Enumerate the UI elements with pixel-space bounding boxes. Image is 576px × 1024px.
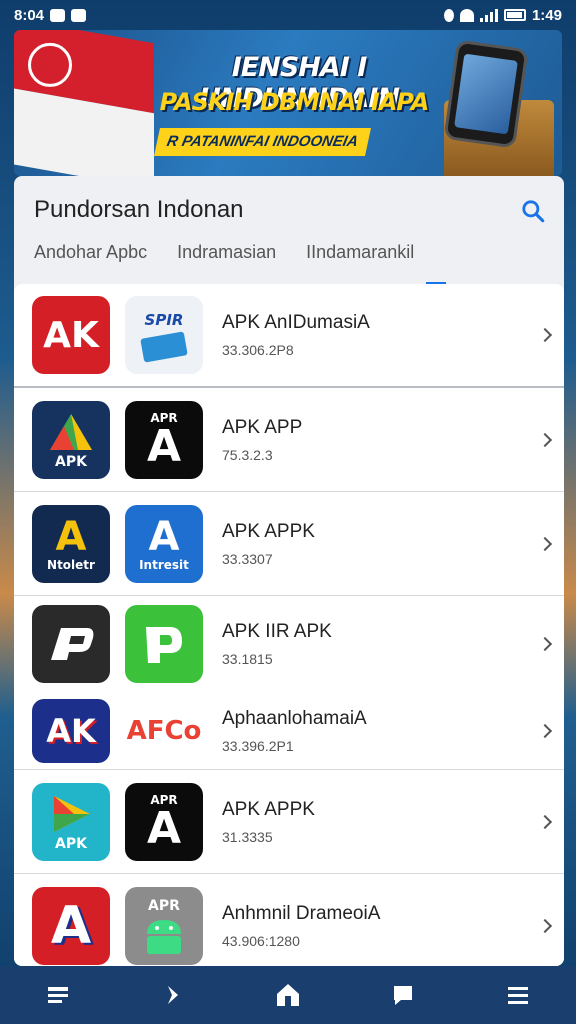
app-version: 75.3.2.3: [222, 446, 273, 463]
tab-indamarankil[interactable]: IIndamarankil: [306, 242, 414, 275]
app-version: 33.1815: [222, 651, 273, 667]
app-icon-secondary: AFCo: [125, 698, 203, 763]
app-list: AK SPIR APK AnIDumasiA 33.306.2P8 APK AP…: [14, 284, 564, 966]
app-panel: Pundorsan Indonan Andohar Apbc Indramasi…: [14, 176, 564, 966]
android-icon: [147, 920, 181, 954]
app-icon-secondary-label: SPIR: [144, 311, 184, 329]
mute-icon: [443, 8, 454, 22]
panel-header: Pundorsan Indonan Andohar Apbc Indramasi…: [14, 176, 564, 286]
wifi-icon: [459, 8, 474, 22]
chevron-right-icon[interactable]: [537, 327, 553, 343]
app-icon-secondary-label: APR: [148, 898, 180, 914]
chevron-right-icon[interactable]: [537, 723, 553, 738]
list-icon[interactable]: [44, 981, 72, 1009]
chevron-right-icon[interactable]: [537, 432, 553, 447]
app-version: 33.306.2P8: [222, 342, 294, 358]
app-icon-primary-label: AK: [46, 711, 96, 750]
indonesia-flag-image: [14, 30, 154, 176]
panel-title: Pundorsan Indonan: [34, 196, 244, 223]
app-icon-primary-label: APK: [55, 453, 87, 470]
phone-image: [443, 39, 529, 149]
app-icon-primary: A Ntoletr: [32, 504, 110, 583]
app-version: 33.3307: [222, 550, 273, 567]
app-name: APK APPK: [222, 520, 315, 542]
app-icon-secondary: [125, 605, 203, 683]
list-item[interactable]: A Ntoletr A Intresit APK APPK 33.3307: [14, 492, 564, 596]
status-time-left: 8:04: [14, 6, 45, 24]
app-icon-primary-label: Ntoletr: [47, 557, 95, 572]
app-name: APK APP: [222, 416, 303, 438]
app-icon-secondary-label: AFCo: [126, 715, 202, 746]
emblem-icon: [28, 42, 72, 87]
app-version: 43.906:1280: [222, 933, 300, 949]
app-icon-secondary-label: Intresit: [139, 557, 189, 572]
list-item[interactable]: AK AFCo AphaanlohamaiA 33.396.2P1: [14, 692, 564, 770]
app-name: AphaanlohamaiA: [222, 707, 367, 729]
chevron-right-icon[interactable]: [537, 814, 553, 829]
app-icon-primary: AK: [32, 296, 110, 374]
app-version: 31.3335: [222, 828, 273, 845]
list-item[interactable]: APK APR A APK APP 75.3.2.3: [14, 388, 564, 492]
app-icon-secondary: A Intresit: [125, 504, 203, 583]
app-name: Anhmnil DrameoiA: [222, 903, 381, 924]
app-icon-secondary: APR: [125, 887, 203, 965]
tab-andohar[interactable]: Andohar Apbc: [34, 242, 147, 275]
chevron-right-icon[interactable]: [537, 918, 553, 934]
tab-bar: Andohar Apbc Indramasian IIndamarankil: [34, 242, 414, 275]
notification-icon: [50, 8, 66, 22]
search-icon[interactable]: [520, 198, 546, 224]
signal-icon: [479, 8, 498, 22]
app-icon-secondary: APR A: [125, 782, 203, 861]
status-time-right: 1:49: [531, 6, 562, 24]
app-name: APK IIR APK: [222, 621, 332, 642]
camera-icon: [71, 8, 87, 22]
battery-icon: [503, 9, 526, 21]
app-icon-primary: A: [32, 887, 110, 965]
promo-banner[interactable]: IENSHAI I UNDUNNDAIN PASKIH DBMNAI IAPA …: [14, 30, 562, 176]
list-item[interactable]: APK APR A APK APPK 31.3335: [14, 770, 564, 874]
app-icon-primary-label: APK: [55, 835, 87, 852]
app-icon-primary: APK: [32, 782, 110, 861]
chat-icon[interactable]: [389, 981, 417, 1009]
app-icon-primary: [32, 605, 110, 683]
app-icon-primary: APK: [32, 400, 110, 479]
chevron-right-icon[interactable]: [537, 536, 553, 551]
app-name: APK AnIDumasiA: [222, 312, 370, 333]
home-icon[interactable]: [274, 981, 302, 1009]
app-icon-secondary: SPIR: [125, 296, 203, 374]
chevron-right-icon[interactable]: [537, 636, 553, 652]
tab-indramasian[interactable]: Indramasian: [177, 242, 276, 275]
banner-tag: R PATANINFAI INDOONEIA: [154, 128, 371, 156]
list-item[interactable]: AK SPIR APK AnIDumasiA 33.306.2P8: [14, 284, 564, 388]
app-icon-primary-label: AK: [43, 314, 99, 356]
app-icon-primary: AK: [32, 698, 110, 763]
app-name: APK APPK: [222, 798, 315, 820]
list-item[interactable]: A APR Anhmnil DrameoiA 43.906:1280: [14, 874, 564, 966]
app-icon-secondary: APR A: [125, 400, 203, 479]
bottom-navigation: [0, 966, 576, 1024]
menu-icon[interactable]: [504, 981, 532, 1009]
app-version: 33.396.2P1: [222, 737, 294, 754]
banner-subtitle: PASKIH DBMNAI IAPA: [159, 88, 430, 116]
list-item[interactable]: APK IIR APK 33.1815: [14, 596, 564, 692]
status-bar: 8:04 1:49: [0, 0, 576, 30]
forward-icon[interactable]: [159, 981, 187, 1009]
